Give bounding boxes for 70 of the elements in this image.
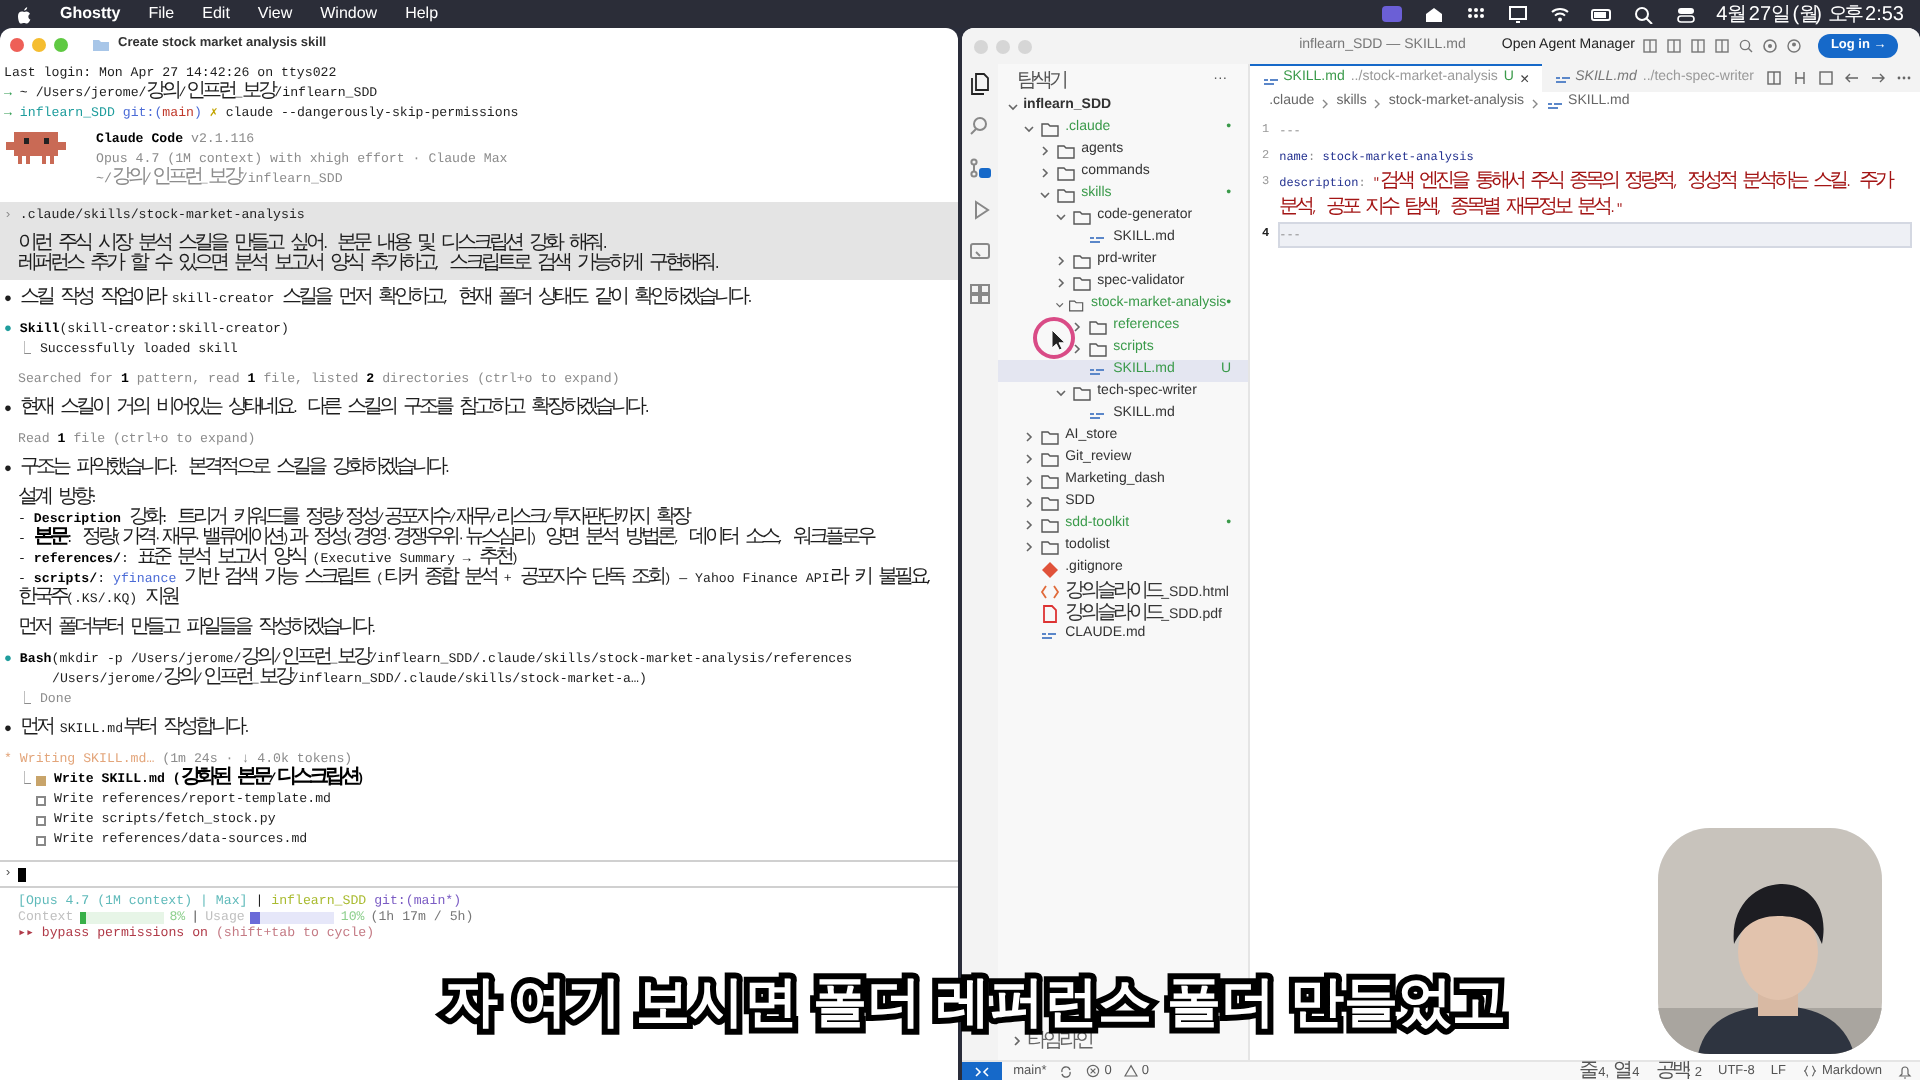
sidebar-icon (1690, 38, 1707, 54)
remote-button[interactable] (961, 1062, 1002, 1080)
sync-icon (1058, 1063, 1075, 1079)
folder-icon (1071, 273, 1092, 293)
monitor-icon[interactable] (967, 240, 992, 264)
folder-icon (1071, 383, 1092, 403)
minimize-button[interactable] (32, 37, 46, 51)
folder-icon (1068, 295, 1085, 315)
app-icon (1380, 4, 1405, 24)
folder-icon (1071, 251, 1092, 271)
chevron-icon (1372, 97, 1383, 109)
forward-arrow-icon (1870, 70, 1886, 86)
bell-icon (1898, 1063, 1912, 1079)
error-icon (1086, 1064, 1101, 1078)
text-cursor (17, 867, 26, 881)
folder-icon (1087, 339, 1108, 359)
menu-item[interactable]: Window (320, 2, 378, 26)
braces-icon (1802, 1064, 1819, 1078)
chevron-icon (1320, 97, 1331, 109)
house-icon (1422, 4, 1447, 24)
monitor-icon (1506, 4, 1531, 24)
folder-icon (1039, 427, 1060, 447)
grid-icon (1464, 4, 1489, 24)
app-menu[interactable]: Ghostty (60, 2, 121, 26)
files-icon[interactable] (967, 72, 992, 96)
diamond-icon (1039, 559, 1060, 579)
wifi-icon (1548, 4, 1573, 24)
panel-title: 탐색기 (1017, 67, 1066, 95)
menu-item[interactable]: Edit (202, 2, 230, 26)
battery-icon (1590, 4, 1615, 24)
layout-icon (1818, 70, 1834, 86)
search-icon[interactable] (967, 114, 992, 138)
back-arrow-icon (1844, 70, 1860, 86)
chevron-icon (1009, 1034, 1024, 1048)
extensions-icon[interactable] (967, 282, 992, 306)
search-icon (1738, 38, 1755, 54)
folder-icon (1071, 207, 1092, 227)
folder-icon (92, 37, 110, 51)
chevron-icon (1530, 97, 1541, 109)
layout-icon (1642, 38, 1659, 54)
menu-item[interactable]: File (148, 2, 175, 26)
folder-icon (1039, 119, 1060, 139)
split-icon (1714, 38, 1731, 54)
close-button[interactable] (10, 37, 24, 51)
folder-icon (1055, 141, 1076, 161)
folder-icon (1055, 163, 1076, 183)
apple-logo-icon (16, 5, 32, 23)
menu-item[interactable]: Help (405, 2, 439, 26)
click-indicator-icon (1032, 316, 1076, 360)
zoom-button[interactable] (54, 37, 68, 51)
folder-icon (1039, 471, 1060, 491)
chevron-icon (1053, 386, 1068, 400)
compare-icon (1792, 70, 1808, 86)
branch-icon[interactable] (967, 156, 992, 180)
folder-icon (1039, 493, 1060, 513)
folder-icon (1039, 515, 1060, 535)
folder-icon (1039, 449, 1060, 469)
menu-clock: 4월 27일 (월) 오후 2:53 (1716, 1, 1904, 29)
panel-icon (1666, 38, 1683, 54)
folder-icon (1039, 537, 1060, 557)
document-icon (1039, 603, 1060, 623)
control-center-icon (1674, 4, 1699, 24)
code-file-icon (1039, 581, 1060, 601)
search-icon (1632, 4, 1657, 24)
remote-icon (973, 1065, 990, 1077)
split-editor-icon (1766, 70, 1782, 86)
warning-icon (1123, 1064, 1138, 1078)
menu-item[interactable]: View (257, 2, 293, 26)
folder-icon (1055, 185, 1076, 205)
folder-icon (1087, 317, 1108, 337)
